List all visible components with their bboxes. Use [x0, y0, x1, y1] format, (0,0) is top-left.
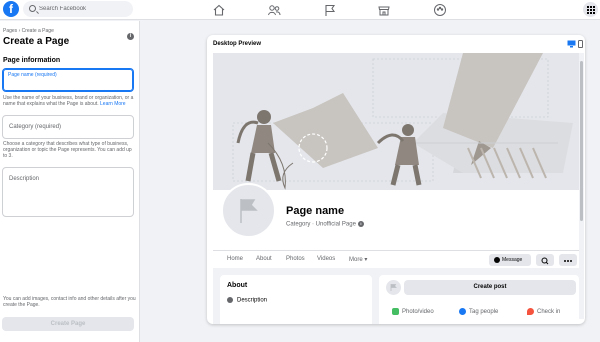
facebook-logo[interactable]: f [3, 1, 19, 17]
preview-scrollbar[interactable] [579, 53, 584, 319]
description-placeholder: Description [9, 176, 40, 182]
category-placeholder: Category (required) [9, 124, 62, 130]
photo-video-label: Photo/video [402, 309, 434, 316]
home-icon[interactable] [212, 3, 226, 17]
flag-icon [390, 284, 397, 291]
tab-photos[interactable]: Photos [286, 256, 305, 262]
message-button[interactable]: Message [489, 254, 531, 266]
page-tabs: Home About Photos Videos More ▾ Message [213, 250, 579, 268]
cover-photo [213, 53, 579, 190]
search-input[interactable] [39, 3, 129, 15]
more-options-button[interactable] [559, 254, 577, 266]
preview-header: Desktop Preview [213, 41, 262, 47]
check-in-label: Check in [537, 309, 561, 316]
tag-people-icon [459, 308, 466, 315]
page-name-help: Use the name of your business, brand or … [3, 95, 137, 107]
search-box[interactable] [23, 1, 133, 17]
create-page-panel: Pages › Create a Page Create a Page i Pa… [0, 21, 140, 342]
category-field[interactable]: Category (required) [2, 115, 134, 139]
about-description: Description [227, 297, 267, 304]
create-post-card: Create post Photo/video Tag people Check… [379, 275, 579, 324]
pages-flag-icon[interactable] [323, 3, 337, 17]
cover-illustration [213, 53, 579, 190]
photo-video-button[interactable]: Photo/video [392, 308, 434, 315]
tag-people-label: Tag people [469, 309, 499, 316]
page-name-field[interactable]: Page name (required) [2, 68, 134, 92]
photo-icon [392, 308, 399, 315]
about-card: About Description [220, 275, 372, 324]
info-icon: i [357, 221, 364, 227]
avatar [221, 183, 276, 238]
footer-note: You can add images, contact info and oth… [3, 296, 136, 308]
tab-videos[interactable]: Videos [317, 256, 335, 262]
search-icon [541, 257, 549, 265]
section-title: Page information [3, 57, 61, 64]
create-post-button[interactable]: Create post [404, 280, 576, 295]
check-in-button[interactable]: Check in [527, 308, 560, 315]
preview-category-text: Category · Unofficial Page [286, 221, 356, 228]
breadcrumb[interactable]: Pages › Create a Page [3, 28, 54, 34]
desktop-icon[interactable] [567, 40, 576, 48]
learn-more-link[interactable]: Learn More [100, 101, 126, 107]
info-icon [227, 297, 233, 303]
about-title: About [227, 282, 248, 289]
page-name-label: Page name (required) [8, 72, 57, 78]
about-description-text: Description [237, 297, 268, 304]
search-page-button[interactable] [536, 254, 554, 266]
preview-category: Category · Unofficial Page i [286, 221, 364, 228]
tab-home[interactable]: Home [227, 256, 243, 262]
desktop-preview-card: Desktop Preview Page name Category · Uno… [207, 35, 585, 324]
preview-page-name: Page name [286, 205, 345, 217]
category-help: Choose a category that describes what ty… [3, 141, 132, 159]
marketplace-icon[interactable] [377, 3, 391, 17]
tag-people-button[interactable]: Tag people [459, 308, 498, 315]
mobile-icon[interactable] [578, 40, 583, 48]
page-title: Create a Page [3, 36, 70, 47]
messenger-icon [494, 257, 500, 263]
friends-icon[interactable] [267, 3, 281, 17]
description-field[interactable]: Description [2, 167, 134, 217]
tab-about[interactable]: About [256, 256, 272, 262]
grid-menu-icon[interactable] [583, 2, 598, 17]
more-icon [564, 260, 572, 262]
groups-icon[interactable] [433, 3, 447, 17]
location-pin-icon [527, 308, 534, 315]
top-navigation-bar: f [0, 0, 600, 20]
flag-icon [240, 199, 258, 223]
tab-more[interactable]: More ▾ [349, 256, 367, 263]
search-icon [29, 5, 36, 12]
message-button-label: Message [502, 257, 523, 263]
info-icon[interactable]: i [127, 33, 134, 40]
avatar [386, 280, 401, 295]
scrollbar-thumb[interactable] [580, 61, 583, 221]
page-preview: Page name Category · Unofficial Page i Ho… [213, 53, 579, 324]
create-page-button[interactable]: Create Page [2, 317, 134, 331]
